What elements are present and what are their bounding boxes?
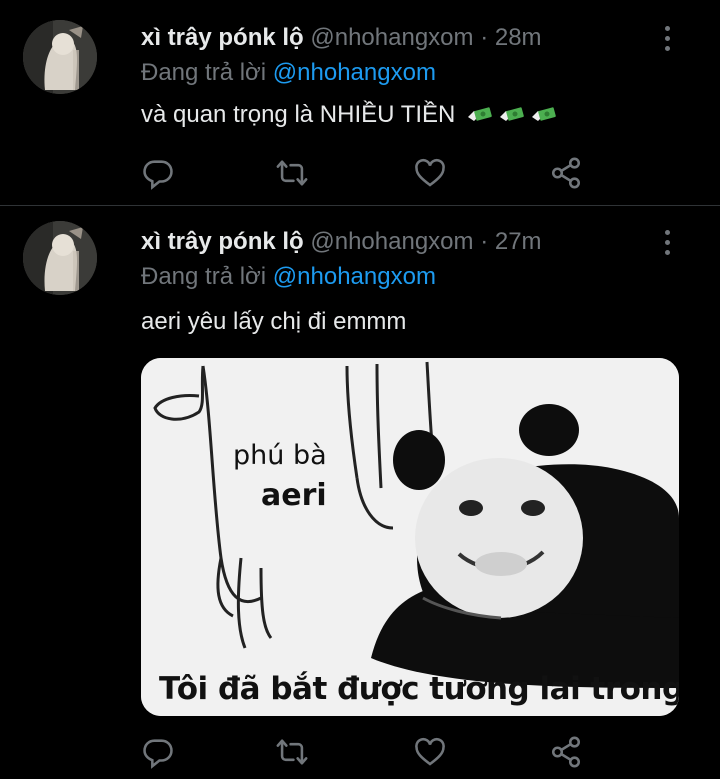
meme-drawing	[141, 358, 679, 716]
user-handle[interactable]: @nhohangxom	[310, 228, 473, 255]
avatar[interactable]	[23, 221, 97, 295]
timestamp[interactable]: 28m	[495, 24, 542, 51]
retweet-icon	[276, 160, 308, 186]
more-options-icon[interactable]	[657, 26, 677, 52]
user-handle[interactable]: @nhohangxom	[310, 24, 473, 51]
like-icon	[415, 158, 445, 187]
like-button[interactable]	[410, 153, 450, 193]
share-button[interactable]	[546, 153, 586, 193]
replying-label: Đang trả lời	[141, 59, 267, 86]
reply-button[interactable]	[138, 732, 178, 772]
display-name[interactable]: xì trây pónk lộ	[141, 228, 304, 255]
money-with-wings-icon	[530, 103, 558, 125]
timestamp[interactable]: 27m	[495, 228, 542, 255]
tweet-media-image[interactable]: phú bà aeri Tôi đã bắt được tương lai tr…	[141, 358, 679, 716]
reply-button[interactable]	[138, 153, 178, 193]
more-options-icon[interactable]	[657, 230, 677, 256]
share-button[interactable]	[546, 732, 586, 772]
avatar[interactable]	[23, 20, 97, 94]
tweet-header: xì trây pónk lộ @nhohangxom · 27m	[141, 228, 542, 256]
reply-icon	[143, 160, 173, 190]
money-with-wings-icon	[466, 103, 494, 125]
replying-to: Đang trả lời @nhohangxom	[141, 263, 436, 291]
reply-icon	[143, 739, 173, 769]
retweet-icon	[276, 739, 308, 765]
tweet-actions	[0, 732, 720, 772]
mention-link[interactable]: @nhohangxom	[273, 263, 436, 290]
retweet-button[interactable]	[272, 732, 312, 772]
tweet-text: aeri yêu lấy chị đi emmm	[141, 308, 406, 336]
replying-to: Đang trả lời @nhohangxom	[141, 59, 436, 87]
mention-link[interactable]: @nhohangxom	[273, 59, 436, 86]
tweet-actions	[0, 153, 720, 193]
money-with-wings-icon	[498, 103, 526, 125]
tweet-text-content: aeri yêu lấy chị đi emmm	[141, 308, 407, 335]
share-icon	[551, 736, 581, 768]
like-icon	[415, 737, 445, 766]
display-name[interactable]: xì trây pónk lộ	[141, 24, 304, 51]
retweet-button[interactable]	[272, 153, 312, 193]
tweet-header: xì trây pónk lộ @nhohangxom · 28m	[141, 24, 542, 52]
separator: ·	[480, 24, 489, 51]
replying-label: Đang trả lời	[141, 263, 267, 290]
meme-caption: Tôi đã bắt được tương lai trong tay	[159, 671, 679, 707]
separator: ·	[480, 228, 489, 255]
tweet[interactable]: xì trây pónk lộ @nhohangxom · 27m Đang t…	[0, 206, 720, 779]
share-icon	[551, 157, 581, 189]
meme-label: aeri	[261, 478, 327, 513]
tweet-text: và quan trọng là NHIỀU TIỀN	[141, 101, 558, 129]
meme-label: phú bà	[233, 440, 327, 471]
tweet-text-content: và quan trọng là NHIỀU TIỀN	[141, 101, 456, 128]
like-button[interactable]	[410, 732, 450, 772]
tweet[interactable]: xì trây pónk lộ @nhohangxom · 28m Đang t…	[0, 0, 720, 205]
